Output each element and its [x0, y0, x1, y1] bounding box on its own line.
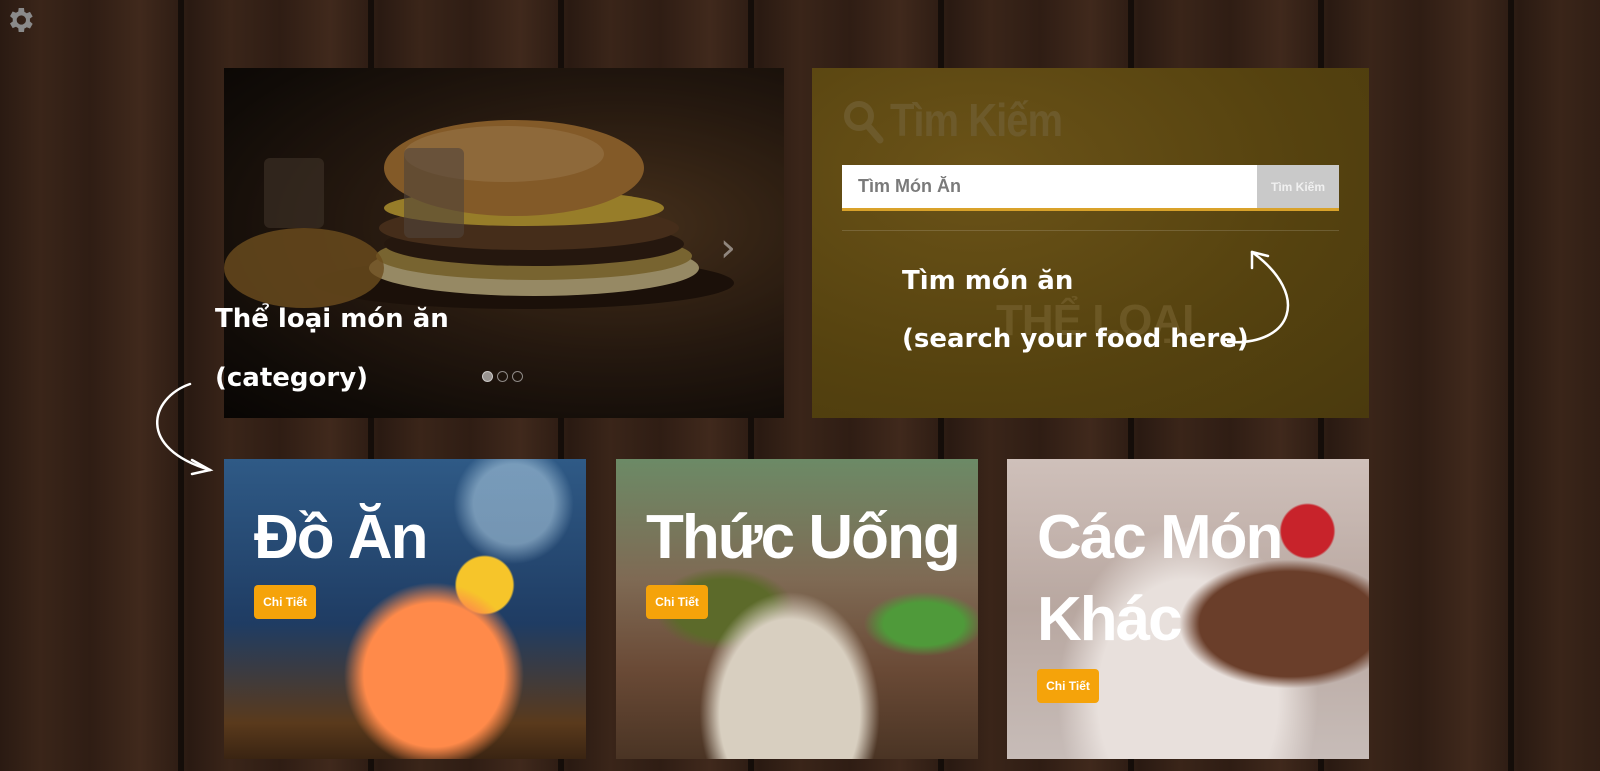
search-panel: Tìm Kiếm Tìm Kiếm THỂ LOẠI: [812, 68, 1369, 418]
divider: [842, 230, 1339, 231]
slider-dot[interactable]: [512, 371, 523, 382]
chevron-right-icon[interactable]: ›: [720, 228, 750, 268]
category-card-food[interactable]: Đồ Ăn Chi Tiết: [224, 459, 586, 759]
slider-dot[interactable]: [497, 371, 508, 382]
annotation-search-line2: (search your food here): [902, 324, 1249, 354]
search-icon: [844, 101, 884, 144]
search-form: Tìm Kiếm: [842, 165, 1339, 211]
annotation-category-line2: (category): [215, 363, 369, 393]
gear-icon[interactable]: [4, 4, 36, 36]
detail-button[interactable]: Chi Tiết: [254, 585, 316, 619]
annotation-category-line1: Thể loại món ăn: [215, 304, 449, 334]
search-title: Tìm Kiếm: [890, 95, 1063, 146]
slider-dot[interactable]: [482, 371, 493, 382]
category-title: Thức Uống: [646, 503, 961, 572]
detail-button[interactable]: Chi Tiết: [1037, 669, 1099, 703]
annotation-search-line1: Tìm món ăn: [902, 266, 1074, 296]
search-button[interactable]: Tìm Kiếm: [1257, 165, 1339, 208]
category-card-drinks[interactable]: Thức Uống Chi Tiết: [616, 459, 978, 759]
category-title: Các Món Khác: [1037, 503, 1283, 654]
category-title: Đồ Ăn: [254, 503, 429, 572]
annotation-arrow-category: [156, 382, 214, 476]
slider-dots: [482, 371, 523, 382]
search-header: Tìm Kiếm: [842, 95, 1063, 146]
category-card-others[interactable]: Các Món Khác Chi Tiết: [1007, 459, 1369, 759]
annotation-arrow-search: [1226, 250, 1290, 344]
detail-button[interactable]: Chi Tiết: [646, 585, 708, 619]
search-input[interactable]: [842, 165, 1257, 208]
